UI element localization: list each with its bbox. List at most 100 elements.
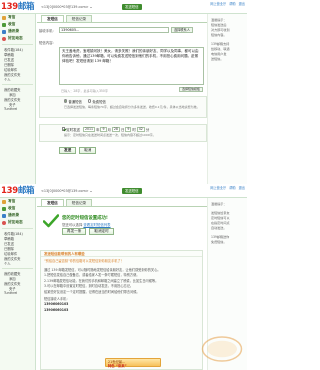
month-select[interactable]: 9: [100, 126, 107, 132]
hour-select[interactable]: 9: [125, 126, 132, 132]
sidebar: 写信 收信 通讯录 好友动态 收件箱(184) 草稿箱 已发送 已删除 垃圾邮件…: [0, 198, 36, 370]
tab-sms-records[interactable]: 短信记录: [65, 15, 93, 22]
phone-number: 13906060103: [44, 307, 69, 312]
sidebar-folder[interactable]: 个人: [0, 261, 35, 266]
tab-bar: 发短信 短信记录: [41, 199, 94, 206]
day-unit: 日: [120, 127, 125, 132]
pen-icon: [2, 22, 6, 27]
sidebar-item-contacts[interactable]: 通讯录: [0, 28, 35, 35]
divider: [2, 268, 33, 269]
sidebar-item-inbox[interactable]: 收信: [0, 21, 35, 28]
sidebar-folder[interactable]: Tunthrel: [0, 291, 35, 296]
tips-text: 温馨提示： 短信发送后 对方即可收到 短信内容。 139邮箱支持 给移动、联通 …: [208, 14, 247, 66]
choose-contact-button[interactable]: 选择联系人: [171, 27, 193, 33]
radio-free-label: 免费短信: [92, 99, 106, 104]
chevron-down-icon: [89, 6, 92, 8]
timed-box: 定时发送 2011 年 9 月 28 日 9 时 42 分 提示：定时短信只在发…: [39, 124, 207, 142]
link-business-hall[interactable]: 网上营业厅: [210, 186, 226, 190]
char-count-hint: 已输入：28字，最多可输入350字: [61, 89, 108, 93]
link-business-hall[interactable]: 网上营业厅: [210, 2, 226, 6]
content-row: 短信内容:: [39, 40, 59, 45]
chevron-down-icon: [89, 190, 92, 192]
link-logout[interactable]: 退出: [239, 186, 245, 190]
right-panel: 温馨提示： 短信发送后 对方即可收到 短信内容。 139邮箱支持 给移动、联通 …: [207, 14, 247, 184]
topnav-send-sms[interactable]: 发送短信: [122, 188, 142, 194]
billing-note: 已选择发送短信，每条短信70字，超过会自动拆分为多条发送，收费0.1元/条，具体…: [64, 105, 200, 109]
sidebar-item-inbox[interactable]: 收信: [0, 205, 35, 212]
tab-sms-records[interactable]: 短信记录: [65, 199, 93, 206]
tab-bar: 发短信 短信记录: [41, 15, 94, 22]
sms-type-row: 普通短信 免费短信: [40, 97, 206, 105]
success-subtitle-text: 您还可以选择: [62, 223, 83, 227]
top-bar: 139邮箱 <13[0]0000*03@139.com> 发送短信 网上营业厅 …: [0, 0, 247, 14]
info-line: 1.把短信发给自己做备忘，或者给家人发一条叮嘱短信，特别方便。: [44, 273, 140, 278]
radio-free-sms[interactable]: [87, 99, 92, 103]
link-help[interactable]: 帮助: [229, 186, 235, 190]
promo-line: 特色 “来来”: [108, 363, 127, 368]
send-button[interactable]: 发送: [59, 147, 77, 154]
right-panel: 温馨提示： 发短信给亲友 定时短信可以 在指定时间点 自动发送。 139邮箱送你…: [207, 198, 247, 370]
sidebar-folder[interactable]: Tunthrel: [0, 107, 35, 112]
phone-number: 13906060103: [44, 302, 69, 307]
top-links: 网上营业厅 帮助 退出: [208, 1, 245, 6]
info-panel: 发送短信能帮到的人有哪些 “别给自己留遗憾”你的信箱可以发短信到你朋友手机了！ …: [40, 250, 203, 370]
radio-normal-sms[interactable]: [64, 99, 68, 103]
info-line: [44, 265, 199, 267]
sidebar-item-write[interactable]: 写信: [0, 198, 35, 205]
tip-line: 送短信。: [211, 57, 224, 61]
sidebar-item-write[interactable]: 写信: [0, 14, 35, 21]
year-unit: 年: [96, 127, 100, 132]
divider: [2, 44, 33, 45]
sms-type-box: 普通短信 免费短信 已选择发送短信，每条短信70字，超过会自动拆分为多条发送，收…: [39, 96, 207, 118]
account-switcher[interactable]: <13[0]0000*03@139.com>: [41, 189, 92, 193]
contact-icon: [2, 36, 6, 41]
contact-icon: [2, 220, 6, 225]
info-body: “别给自己留遗憾”你的信箱可以发短信到你朋友手机了！ 通过 139 邮箱发短信，…: [41, 257, 202, 315]
top-bar: 139邮箱 <13[0]0000*03@139.com> 发送短信 网上营业厅 …: [0, 184, 247, 198]
year-select[interactable]: 2011: [82, 126, 96, 132]
screenshot-compose-sms: 139邮箱 <13[0]0000*03@139.com> 发送短信 网上营业厅 …: [0, 0, 247, 184]
pen-icon: [2, 206, 6, 211]
timed-note: 提示：定时短信只在发送时间点发送一次，短信内容不超过1000字。: [64, 133, 156, 137]
minute-select[interactable]: 42: [136, 126, 145, 132]
link-help[interactable]: 帮助: [229, 2, 235, 6]
timed-row: 定时发送 2011 年 9 月 28 日 9 时 42 分: [40, 125, 206, 133]
day-select[interactable]: 28: [111, 126, 120, 132]
timed-send-checkbox[interactable]: [62, 127, 66, 131]
tips-text: 温馨提示： 发短信给亲友 定时短信可以 在指定时间点 自动发送。 139邮箱送你…: [208, 198, 247, 249]
info-line: 2.139邮箱发短信功能，在我们的手机和邮箱之间建立了桥梁，比如生日问候等。: [44, 278, 159, 283]
promo-banner[interactable]: 21世纪最... 特色 “来来”: [105, 358, 161, 368]
recipient-input[interactable]: 1390605...: [59, 27, 169, 33]
top-links: 网上营业厅 帮助 退出: [208, 185, 245, 190]
link-logout[interactable]: 退出: [239, 2, 245, 6]
info-line: 3.可以在邮箱中设置定时短信，到时自动发送，不用担心忘记。: [44, 284, 134, 289]
logo[interactable]: 139邮箱: [1, 2, 35, 12]
choose-template-button[interactable]: 选择短信模板: [179, 87, 204, 92]
form-buttons: 发送 取消: [59, 147, 99, 154]
screenshot-success: 139邮箱 <13[0]0000*03@139.com> 发送短信 网上营业厅 …: [0, 184, 247, 370]
success-title: 您的定时短信设置成功!: [62, 216, 108, 221]
cancel-timed-button[interactable]: 取消定时: [89, 228, 114, 235]
sidebar-item-friends[interactable]: 好友动态: [0, 219, 35, 226]
timed-send-label: 定时发送: [66, 127, 80, 132]
success-subtitle: 您还可以选择 查看定时短信列表: [62, 222, 111, 227]
sms-icon: [2, 213, 6, 218]
sidebar-item-contacts[interactable]: 通讯录: [0, 212, 35, 219]
sidebar-item-friends[interactable]: 好友动态: [0, 35, 35, 42]
send-another-button[interactable]: 再发一条: [62, 228, 87, 235]
view-timed-sms-link[interactable]: 查看定时短信列表: [83, 223, 110, 227]
sidebar-folder[interactable]: 个人: [0, 77, 35, 82]
tab-send-sms[interactable]: 发短信: [41, 15, 64, 22]
topnav-send-sms[interactable]: 发送短信: [122, 4, 142, 10]
divider: [2, 228, 33, 229]
account-switcher[interactable]: <13[0]0000*03@139.com>: [41, 5, 92, 9]
sms-content-textarea[interactable]: 天王盖地虎，宝塔镇河妖！美女，请多关照！我们的亲朋好友、同学以及同事，都可以由你…: [59, 47, 204, 85]
main-content: 发短信 短信记录 您的定时短信设置成功! 您还可以选择 查看定时短信列表 再发一…: [37, 198, 247, 370]
info-line: 通过 139 邮箱发短信，可以随时随地发短信给亲朋好友，让他们感受到你的关心。: [44, 267, 161, 272]
cancel-button[interactable]: 取消: [79, 147, 97, 154]
logo[interactable]: 139邮箱: [1, 186, 35, 196]
minute-unit: 分: [145, 127, 150, 132]
tab-send-sms[interactable]: 发短信: [41, 199, 64, 206]
sidebar: 写信 收信 通讯录 好友动态 收件箱(184) 草稿箱 已发送 已删除 垃圾邮件…: [0, 14, 36, 184]
info-line: 给某些好友设定一个定时提醒，记得在适当的时间给他们带去问候。: [44, 289, 140, 294]
